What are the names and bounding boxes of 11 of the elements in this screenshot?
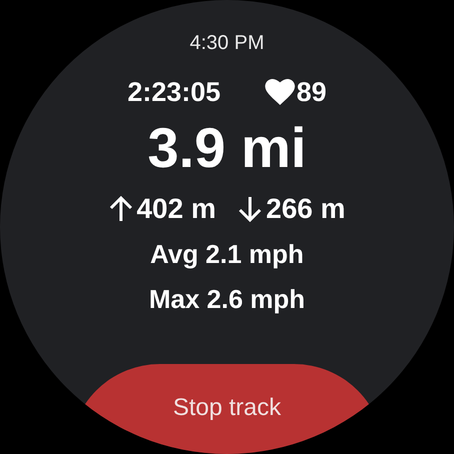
- max-speed: Max 2.6 mph: [148, 283, 306, 315]
- heart-icon: [264, 79, 295, 105]
- down-arrow-icon: [238, 196, 262, 222]
- heart-rate: 89: [296, 76, 327, 108]
- clock-time: 4:30 PM: [190, 31, 264, 56]
- up-arrow-icon: [108, 196, 133, 222]
- average-speed: Avg 2.1 mph: [150, 238, 304, 270]
- ascent: 402 m: [136, 192, 216, 226]
- descent: 266 m: [266, 192, 346, 226]
- elapsed-time: 2:23:05: [127, 76, 221, 108]
- distance: 3.9 mi: [148, 116, 306, 180]
